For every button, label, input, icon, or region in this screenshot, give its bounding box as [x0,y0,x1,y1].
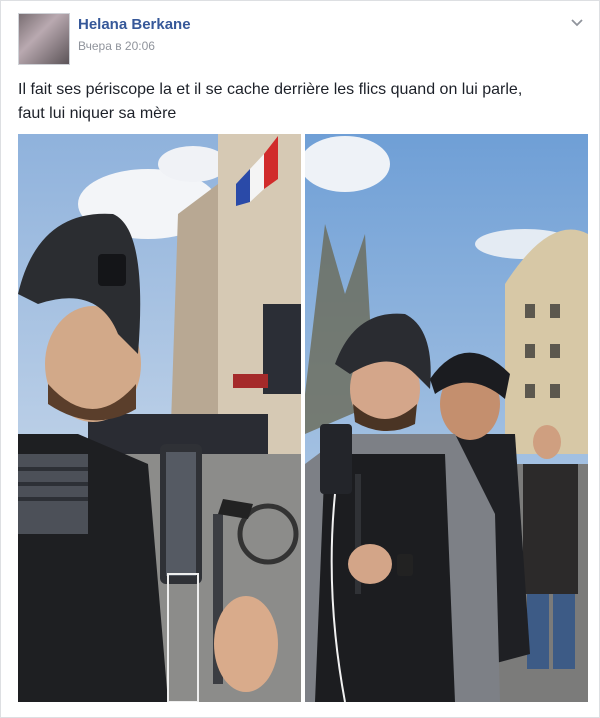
post-text-line-2: faut lui niquer sa mère [18,105,177,122]
avatar[interactable] [18,13,70,65]
post-timestamp[interactable]: Вчера в 20:06 [78,39,155,53]
post-text-line-1: Il fait ses périscope la et il se cache … [18,81,523,98]
chevron-down-icon[interactable] [569,15,585,31]
post-photo-left[interactable] [18,134,301,702]
post-body: Il fait ses périscope la et il se cache … [18,78,583,126]
post-card: Helana Berkane Вчера в 20:06 Il fait ses… [0,0,600,718]
post-photo-right[interactable] [305,134,588,702]
author-name-link[interactable]: Helana Berkane [78,16,191,33]
